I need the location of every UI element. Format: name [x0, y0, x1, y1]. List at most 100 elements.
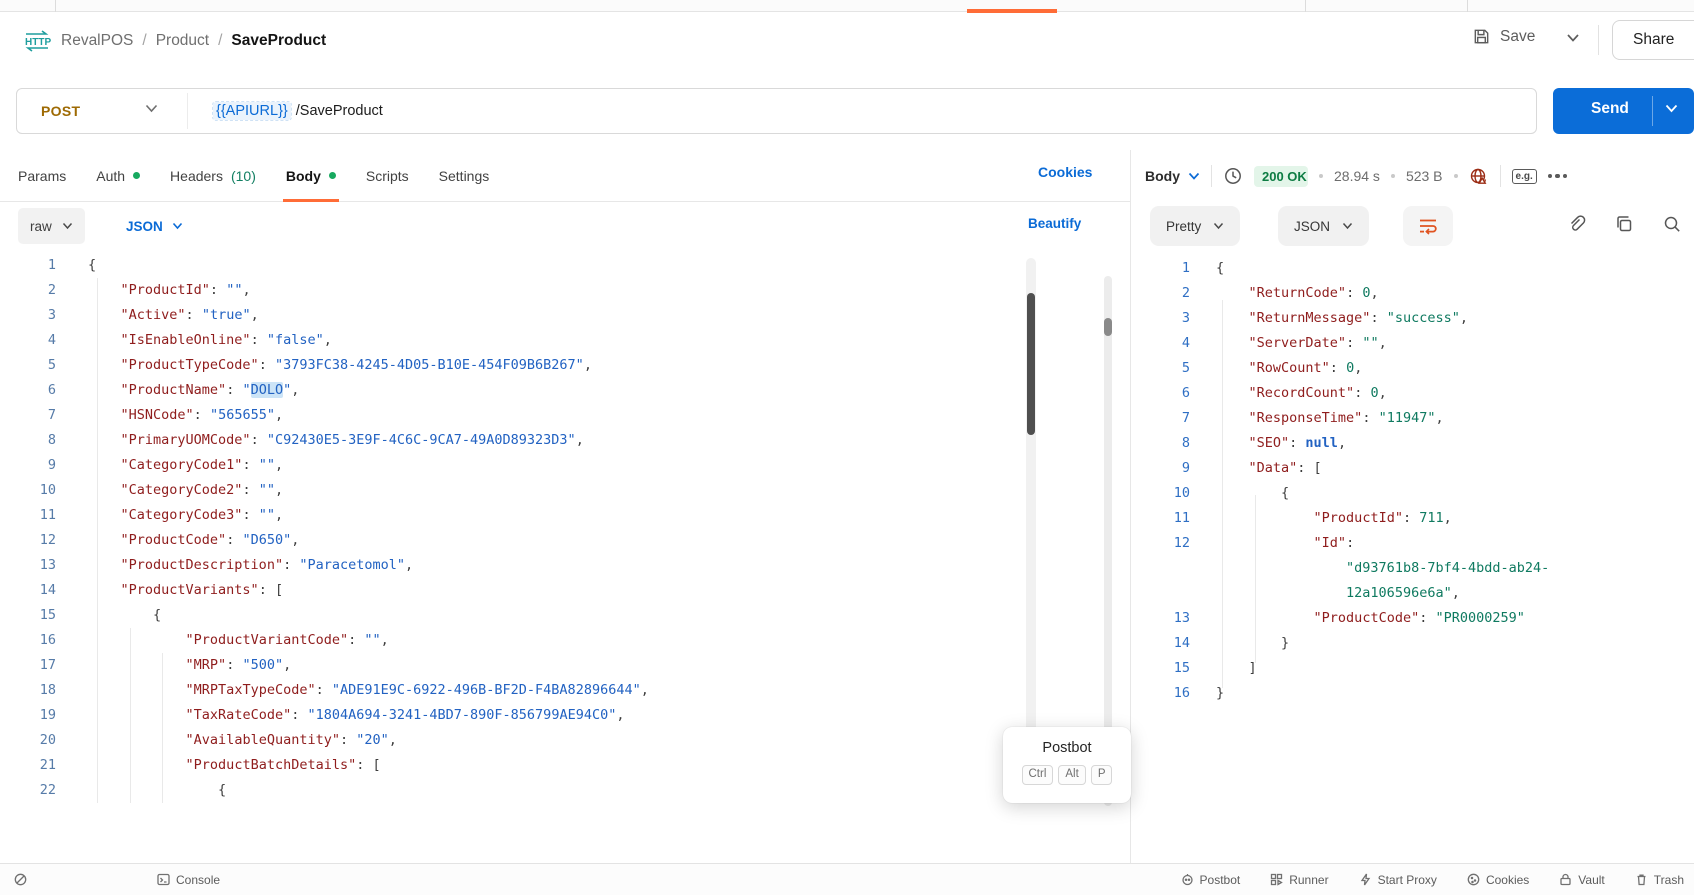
breadcrumb-section[interactable]: Product — [156, 32, 209, 50]
response-language-dropdown[interactable]: JSON — [1278, 206, 1369, 246]
pane-splitter-grip[interactable] — [1104, 318, 1112, 336]
beautify-link[interactable]: Beautify — [1028, 216, 1081, 231]
statusbar-circle-icon[interactable] — [14, 873, 27, 886]
wrap-text-button[interactable] — [1403, 206, 1453, 246]
line-number: 15 — [1140, 656, 1190, 681]
code-text: "RecordCount": 0, — [1216, 381, 1387, 406]
statusbar-start-proxy[interactable]: Start Proxy — [1359, 873, 1437, 887]
code-line: 1{ — [0, 253, 1024, 278]
response-body-viewer[interactable]: 1{2 "ReturnCode": 0,3 "ReturnMessage": "… — [1140, 256, 1694, 726]
history-clock-icon[interactable] — [1223, 166, 1243, 186]
tab-settings[interactable]: Settings — [439, 150, 490, 201]
request-body-editor[interactable]: 1{2 "ProductId": "",3 "Active": "true",4… — [0, 253, 1024, 806]
editor-scrollbar-thumb[interactable] — [1027, 293, 1035, 435]
statusbar-item-label: Console — [176, 873, 220, 887]
copy-icon[interactable] — [1614, 214, 1634, 234]
code-line: 15 { — [0, 603, 1024, 628]
tab-headers[interactable]: Headers(10) — [170, 150, 256, 201]
response-body-label: Body — [1145, 168, 1180, 184]
separator-dot — [1391, 174, 1395, 178]
save-options-chevron-icon[interactable] — [1566, 33, 1580, 43]
code-text: { — [1216, 481, 1289, 506]
code-text: "Id": — [1216, 531, 1354, 556]
breadcrumb-separator: / — [218, 32, 222, 50]
code-line: 2 "ProductId": "", — [0, 278, 1024, 303]
line-number: 17 — [0, 653, 56, 678]
code-line: 11 "CategoryCode3": "", — [0, 503, 1024, 528]
code-text: "ProductVariants": [ — [88, 578, 283, 603]
save-button-label: Save — [1500, 28, 1535, 46]
code-text: "ServerDate": "", — [1216, 331, 1387, 356]
code-text: "SEO": null, — [1216, 431, 1346, 456]
network-warning-icon[interactable] — [1469, 166, 1489, 186]
code-text: { — [1216, 256, 1224, 281]
share-button-label: Share — [1633, 31, 1674, 49]
body-language-dropdown[interactable]: JSON — [126, 208, 183, 244]
separator-dot — [1319, 174, 1323, 178]
method-chevron-icon[interactable] — [145, 104, 158, 113]
save-example-icon[interactable]: e.g. — [1512, 169, 1537, 184]
response-toolbar: Pretty JSON — [1131, 202, 1694, 252]
send-options-chevron-icon[interactable] — [1665, 104, 1678, 113]
save-button[interactable]: Save — [1472, 27, 1535, 46]
line-number: 7 — [0, 403, 56, 428]
breadcrumb-root[interactable]: RevalPOS — [61, 32, 133, 50]
line-number: 22 — [0, 778, 56, 803]
response-view-dropdown[interactable]: Pretty — [1150, 206, 1240, 246]
code-line: 12 "Id": — [1140, 531, 1694, 556]
code-line: 13 "ProductCode": "PR0000259" — [1140, 606, 1694, 631]
code-line: 19 "TaxRateCode": "1804A694-3241-4BD7-89… — [0, 703, 1024, 728]
line-number: 9 — [0, 453, 56, 478]
cookie-icon — [1467, 873, 1480, 886]
proxy-icon — [1359, 873, 1372, 886]
body-type-dropdown[interactable]: raw — [18, 208, 85, 244]
code-line: 2 "ReturnCode": 0, — [1140, 281, 1694, 306]
code-line: "d93761b8-7bf4-4bdd-ab24- — [1140, 556, 1694, 581]
response-size[interactable]: 523 B — [1406, 168, 1443, 184]
url-variable-pill[interactable]: {{APIURL}} — [213, 102, 291, 120]
more-actions-icon[interactable] — [1548, 174, 1568, 179]
code-line: 6 "ProductName": "DOLO", — [0, 378, 1024, 403]
tab-auth[interactable]: Auth — [96, 150, 140, 201]
tab-body[interactable]: Body — [286, 150, 336, 201]
line-number: 16 — [1140, 681, 1190, 706]
code-line: 16} — [1140, 681, 1694, 706]
response-header: Body 200 OK 28.94 s 523 B e.g. — [1131, 150, 1694, 202]
response-time[interactable]: 28.94 s — [1334, 168, 1380, 184]
code-text: "PrimaryUOMCode": "C92430E5-3E9F-4C6C-9C… — [88, 428, 584, 453]
statusbar-console[interactable]: Console — [157, 873, 220, 887]
code-line: 14 } — [1140, 631, 1694, 656]
code-text: "ResponseTime": "11947", — [1216, 406, 1444, 431]
statusbar-postbot[interactable]: Postbot — [1181, 873, 1241, 887]
share-button[interactable]: Share — [1612, 20, 1694, 60]
url-input[interactable]: {{APIURL}} /SaveProduct — [213, 89, 383, 133]
cookies-link[interactable]: Cookies — [1038, 164, 1092, 180]
code-text: 12a106596e6a", — [1216, 581, 1460, 606]
line-number: 1 — [0, 253, 56, 278]
line-number: 10 — [0, 478, 56, 503]
statusbar-vault[interactable]: Vault — [1559, 873, 1604, 887]
statusbar-cookies[interactable]: Cookies — [1467, 873, 1529, 887]
code-text: "RowCount": 0, — [1216, 356, 1362, 381]
response-body-dropdown[interactable]: Body — [1145, 168, 1200, 184]
code-line: 15 ] — [1140, 656, 1694, 681]
search-icon[interactable] — [1662, 214, 1682, 234]
code-text: "ProductVariantCode": "", — [88, 628, 389, 653]
status-badge[interactable]: 200 OK — [1254, 166, 1308, 187]
code-text: "ProductId": "", — [88, 278, 251, 303]
chevron-down-icon — [1342, 222, 1353, 230]
method-selector[interactable]: POST — [41, 89, 80, 133]
code-line: 16 "ProductVariantCode": "", — [0, 628, 1024, 653]
green-dot-icon — [133, 172, 140, 179]
code-line: 10 "CategoryCode2": "", — [0, 478, 1024, 503]
svg-text:HTTP: HTTP — [25, 37, 51, 48]
send-button[interactable]: Send — [1553, 88, 1694, 134]
paperclip-icon[interactable] — [1566, 214, 1586, 234]
statusbar-trash[interactable]: Trash — [1635, 873, 1684, 887]
statusbar-runner[interactable]: Runner — [1270, 873, 1328, 887]
code-text: "ReturnMessage": "success", — [1216, 306, 1468, 331]
tab-scripts[interactable]: Scripts — [366, 150, 409, 201]
line-number — [1140, 556, 1190, 581]
tab-params[interactable]: Params — [18, 150, 66, 201]
trash-icon — [1635, 873, 1648, 886]
